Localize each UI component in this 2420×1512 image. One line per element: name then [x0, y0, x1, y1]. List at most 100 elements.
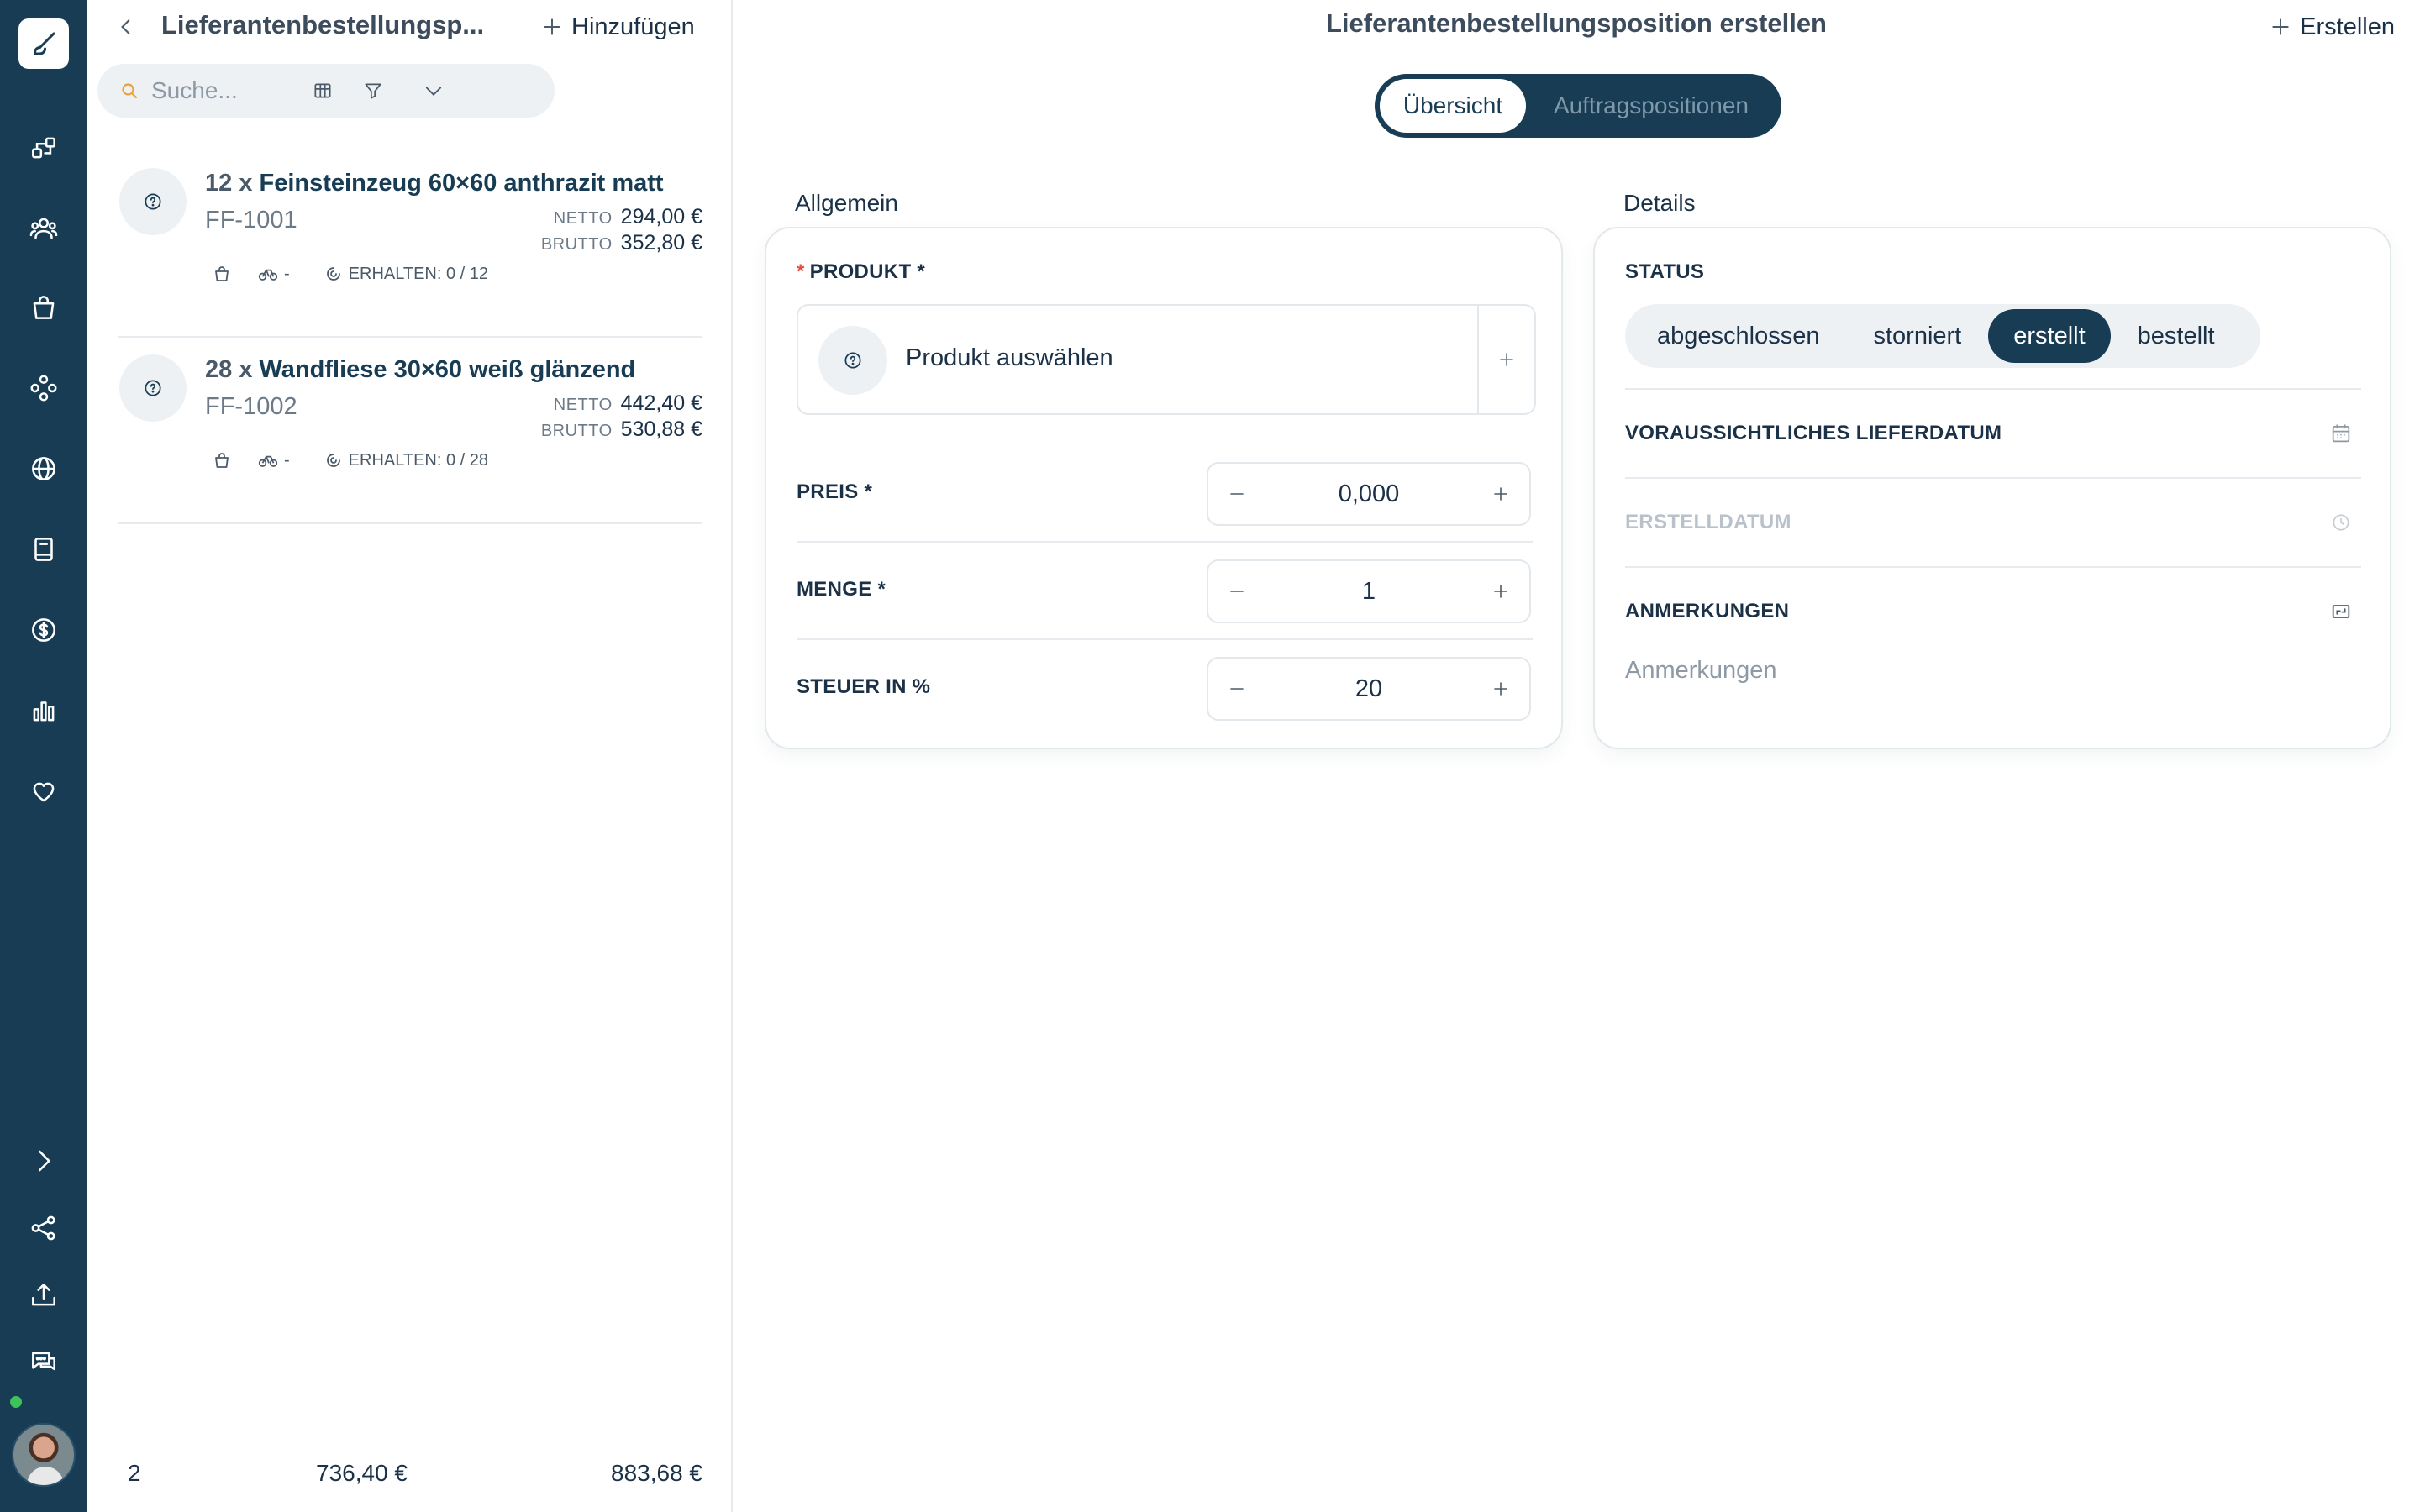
plus-icon: [1491, 679, 1511, 699]
status-option-cancelled[interactable]: storniert: [1846, 309, 1988, 363]
created-date-label: ERSTELLDATUM: [1625, 511, 1791, 533]
upload-icon: [28, 1279, 60, 1311]
online-status-indicator: [8, 1394, 24, 1410]
progress-icon: [324, 450, 344, 470]
nav-catalog[interactable]: [18, 524, 69, 575]
quantity-increment-button[interactable]: [1472, 561, 1529, 622]
item-netto-price: NETTO 442,40 €: [554, 391, 702, 416]
price-stepper: [1207, 462, 1531, 526]
back-button[interactable]: [109, 8, 143, 45]
list-item[interactable]: 28 x Wandfliese 30×60 weiß glänzend FF-1…: [118, 338, 702, 524]
received-count: ERHALTEN: 0 / 28: [348, 450, 489, 470]
clock-icon: [2328, 509, 2354, 536]
product-placeholder-thumbnail: [818, 326, 887, 395]
price-increment-button[interactable]: [1472, 464, 1529, 524]
user-avatar[interactable]: [12, 1423, 76, 1487]
price-label: PREIS *: [797, 480, 873, 503]
app-sidebar: [0, 0, 87, 1512]
item-title: 28 x Wandfliese 30×60 weiß glänzend: [205, 353, 635, 386]
order-items-list-panel: Lieferantenbestellungsp... Hinzufügen 12…: [87, 0, 733, 1512]
general-card: *PRODUKT * Produkt auswählen PREIS * MEN…: [765, 227, 1563, 749]
create-button[interactable]: Erstellen: [2270, 8, 2395, 45]
question-circle-icon: [142, 377, 164, 399]
nav-workflow[interactable]: [18, 123, 69, 173]
netto-total: 736,40 €: [316, 1460, 408, 1486]
quantity-decrement-button[interactable]: [1208, 561, 1265, 622]
dollar-icon: [28, 614, 60, 646]
item-thumbnail: [119, 168, 187, 235]
details-section-title: Details: [1623, 190, 1696, 216]
item-sku: FF-1001: [205, 207, 297, 234]
nav-shop[interactable]: [18, 282, 69, 333]
plus-icon: [1491, 581, 1511, 601]
notes-label: ANMERKUNGEN: [1625, 600, 1790, 622]
price-input[interactable]: [1265, 480, 1472, 508]
share-icon: [28, 1212, 60, 1244]
table-icon: [312, 80, 334, 102]
users-icon: [28, 213, 60, 244]
plus-icon: [2270, 16, 2291, 38]
create-button-label: Erstellen: [2300, 13, 2395, 40]
export-button[interactable]: [18, 1270, 69, 1320]
tab-overview[interactable]: Übersicht: [1380, 79, 1526, 133]
delivery-date-field[interactable]: VORAUSSICHTLICHES LIEFERDATUM: [1625, 390, 2361, 479]
view-tabs: Übersicht Auftragspositionen: [1375, 74, 1781, 138]
general-section-title: Allgemein: [795, 190, 898, 216]
netto-label: NETTO: [553, 396, 613, 414]
netto-value: 294,00 €: [620, 205, 702, 228]
product-placeholder-text: Produkt auswählen: [906, 344, 1113, 371]
status-label: STATUS: [1625, 260, 1705, 283]
nav-favorites[interactable]: [18, 766, 69, 816]
tax-decrement-button[interactable]: [1208, 659, 1265, 719]
filter-button[interactable]: [353, 71, 393, 111]
details-card: STATUS abgeschlossen storniert erstellt …: [1593, 227, 2391, 749]
add-button-label: Hinzufügen: [571, 13, 695, 40]
quantity-input[interactable]: [1265, 577, 1472, 606]
bag-icon: [212, 264, 232, 284]
modules-icon: [28, 372, 60, 404]
nav-modules[interactable]: [18, 363, 69, 413]
share-button[interactable]: [18, 1203, 69, 1253]
table-view-button[interactable]: [302, 71, 343, 111]
tax-label: STEUER IN %: [797, 675, 931, 698]
minus-icon: [1227, 484, 1247, 504]
nav-finance[interactable]: [18, 605, 69, 655]
nav-analytics[interactable]: [18, 685, 69, 736]
brutto-value: 530,88 €: [620, 417, 702, 441]
item-quantity: 28 x: [205, 356, 253, 383]
quantity-label: MENGE *: [797, 578, 886, 601]
tax-input[interactable]: [1265, 675, 1472, 703]
add-product-button[interactable]: [1477, 306, 1534, 413]
add-button[interactable]: Hinzufügen: [541, 8, 695, 45]
item-brutto-price: BRUTTO 530,88 €: [541, 417, 702, 442]
tax-increment-button[interactable]: [1472, 659, 1529, 719]
notes-input[interactable]: [1625, 657, 2361, 707]
expand-options-button[interactable]: [413, 71, 454, 111]
item-netto-price: NETTO 294,00 €: [554, 205, 702, 229]
list-title: Lieferantenbestellungsp...: [161, 10, 485, 39]
product-select[interactable]: Produkt auswählen: [797, 304, 1536, 415]
shipping-info: -: [257, 449, 290, 471]
expand-sidebar-button[interactable]: [18, 1136, 69, 1186]
price-decrement-button[interactable]: [1208, 464, 1265, 524]
chevron-down-icon: [422, 79, 445, 102]
quantity-stepper: [1207, 559, 1531, 623]
brutto-label: BRUTTO: [540, 235, 613, 254]
expand-notes-icon[interactable]: [2328, 598, 2354, 625]
nav-web[interactable]: [18, 444, 69, 494]
received-info: ERHALTEN: 0 / 12: [324, 264, 488, 284]
list-item[interactable]: 12 x Feinsteinzeug 60×60 anthrazit matt …: [118, 151, 702, 338]
status-option-created[interactable]: erstellt: [1988, 309, 2111, 363]
tab-order-items[interactable]: Auftragspositionen: [1526, 79, 1776, 133]
plus-icon: [1497, 349, 1517, 370]
app-logo[interactable]: [18, 18, 69, 69]
nav-customers[interactable]: [18, 203, 69, 254]
chat-button[interactable]: [18, 1337, 69, 1388]
created-date-field: ERSTELLDATUM: [1625, 479, 2361, 568]
status-option-completed[interactable]: abgeschlossen: [1630, 309, 1846, 363]
item-name: Feinsteinzeug 60×60 anthrazit matt: [259, 170, 664, 197]
status-option-ordered[interactable]: bestellt: [2111, 309, 2242, 363]
item-name: Wandfliese 30×60 weiß glänzend: [259, 356, 636, 383]
calendar-icon[interactable]: [2328, 420, 2354, 447]
minus-icon: [1227, 581, 1247, 601]
